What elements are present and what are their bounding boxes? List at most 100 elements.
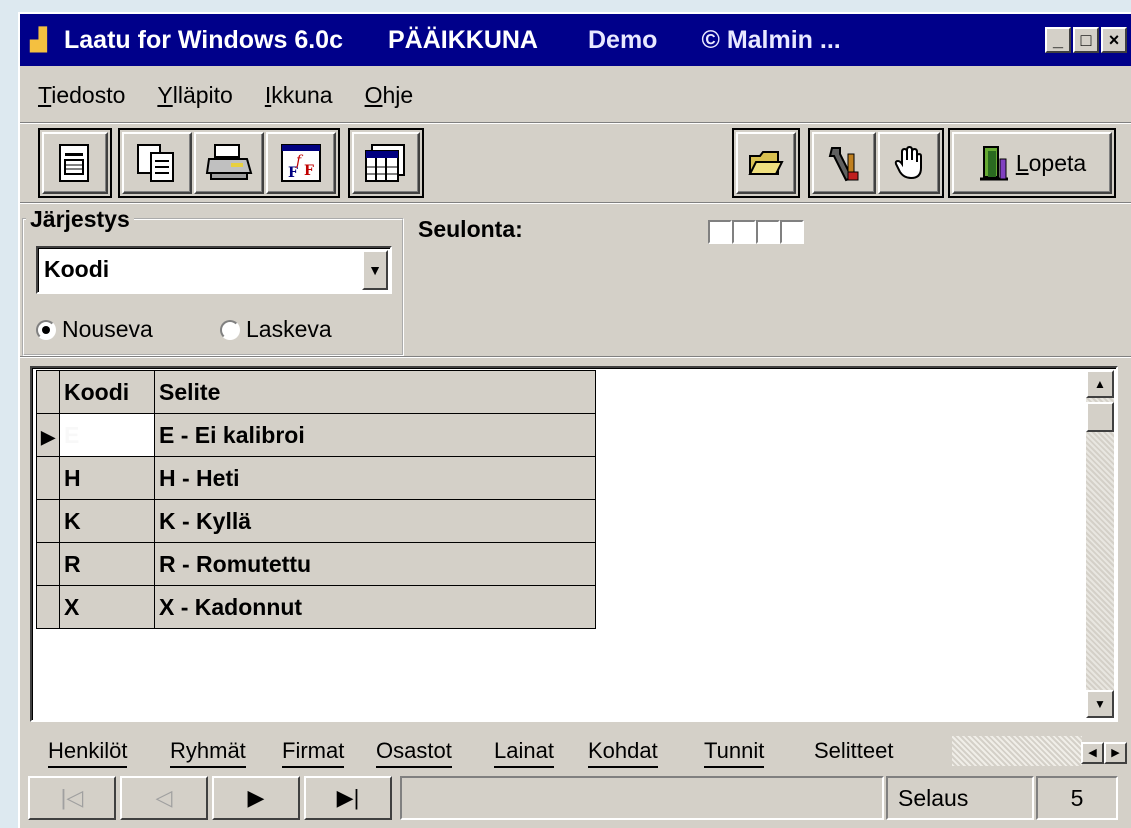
scroll-up-button[interactable]: ▲: [1086, 370, 1114, 398]
table-row[interactable]: H H - Heti: [36, 456, 596, 500]
copy-button[interactable]: [122, 132, 192, 194]
descending-label: Laskeva: [246, 316, 332, 342]
grid-table: Koodi Selite ▶ E E - Ei kalibroi H H - H…: [36, 370, 596, 629]
row-indicator: [36, 456, 60, 500]
status-mode: Selaus: [886, 776, 1034, 820]
descending-radio[interactable]: Laskeva: [220, 316, 332, 343]
tab-tunnit[interactable]: Tunnit: [704, 736, 765, 768]
last-record-button[interactable]: ▶|: [304, 776, 392, 820]
column-header-description[interactable]: Selite: [154, 370, 596, 414]
tab-scroll-left-button[interactable]: ◀: [1081, 742, 1104, 764]
svg-text:F: F: [304, 163, 314, 179]
next-record-icon: ▶: [247, 785, 265, 810]
row-indicator: [36, 499, 60, 543]
tab-kohdat[interactable]: Kohdat: [588, 736, 658, 768]
menu-ikkuna[interactable]: Ikkuna: [247, 82, 347, 109]
record-count: 5: [1036, 776, 1118, 820]
previous-record-button[interactable]: ◁: [120, 776, 208, 820]
grid-header-row: Koodi Selite: [36, 370, 596, 414]
exit-label: Lopeta: [1015, 149, 1087, 176]
tab-scroll-buttons: ◀ ▶: [1081, 742, 1127, 764]
menu-tiedosto[interactable]: Tiedosto: [20, 82, 139, 109]
cell-description[interactable]: H - Heti: [154, 456, 596, 500]
main-window: ▟ Laatu for Windows 6.0c PÄÄIKKUNA Demo …: [18, 12, 1131, 828]
formula-button[interactable]: FfF: [266, 132, 336, 194]
data-grid[interactable]: Koodi Selite ▶ E E - Ei kalibroi H H - H…: [30, 366, 1118, 722]
sort-field-select[interactable]: Koodi ▼: [36, 246, 392, 294]
copy-icon: [137, 144, 174, 182]
cell-code[interactable]: H: [59, 456, 155, 500]
minimize-button[interactable]: _: [1045, 27, 1071, 53]
formula-icon: FfF: [281, 144, 321, 182]
toolbar: FfF Lopeta: [20, 126, 1131, 202]
tab-scroll-right-button[interactable]: ▶: [1104, 742, 1127, 764]
window-view-name: PÄÄIKKUNA: [387, 25, 538, 54]
cell-description[interactable]: K - Kyllä: [154, 499, 596, 543]
filter-checkbox-3[interactable]: [756, 220, 780, 244]
panel-separator: [20, 356, 1131, 358]
tab-selitteet[interactable]: Selitteet: [814, 736, 894, 766]
tab-henkilot[interactable]: Henkilöt: [48, 736, 128, 768]
row-indicator: [36, 585, 60, 629]
hand-icon: [894, 146, 922, 180]
table-row[interactable]: X X - Kadonnut: [36, 585, 596, 629]
app-title: Laatu for Windows 6.0c: [64, 25, 343, 54]
cell-code[interactable]: K: [59, 499, 155, 543]
cell-description[interactable]: E - Ei kalibroi: [154, 413, 596, 457]
scroll-down-button[interactable]: ▼: [1086, 690, 1114, 718]
settings-button[interactable]: [812, 132, 876, 194]
scroll-thumb[interactable]: [1086, 402, 1114, 432]
status-message-field: [400, 776, 884, 820]
tab-lainat[interactable]: Lainat: [494, 736, 554, 768]
cell-description[interactable]: R - Romutettu: [154, 542, 596, 586]
arrow-down-icon: ▼: [1094, 697, 1106, 711]
previous-record-icon: ◁: [155, 785, 173, 810]
cell-code[interactable]: E: [59, 413, 155, 457]
new-record-button[interactable]: [42, 132, 108, 194]
table-row[interactable]: K K - Kyllä: [36, 499, 596, 543]
printer-icon: [205, 144, 253, 180]
tab-osastot[interactable]: Osastot: [376, 736, 452, 768]
dropdown-arrow-button[interactable]: ▼: [362, 250, 388, 290]
ascending-radio[interactable]: Nouseva: [36, 316, 153, 343]
first-record-icon: |◁: [60, 785, 84, 810]
menu-ohje[interactable]: Ohje: [347, 82, 428, 109]
tab-firmat[interactable]: Firmat: [282, 736, 345, 768]
filter-checkbox-2[interactable]: [732, 220, 756, 244]
row-indicator-header: [36, 370, 60, 414]
tools-icon: [828, 147, 859, 182]
report-button[interactable]: [352, 132, 420, 194]
maximize-button[interactable]: □: [1073, 27, 1099, 53]
arrow-up-icon: ▲: [1094, 377, 1106, 391]
open-button[interactable]: [736, 132, 796, 194]
close-button[interactable]: ×: [1101, 27, 1127, 53]
arrow-right-icon: ▶: [1111, 747, 1120, 759]
filter-checkbox-4[interactable]: [780, 220, 804, 244]
next-record-button[interactable]: ▶: [212, 776, 300, 820]
vertical-scrollbar[interactable]: ▲ ▼: [1086, 370, 1114, 718]
title-bar[interactable]: ▟ Laatu for Windows 6.0c PÄÄIKKUNA Demo …: [20, 14, 1131, 66]
cell-description[interactable]: X - Kadonnut: [154, 585, 596, 629]
table-row[interactable]: R R - Romutettu: [36, 542, 596, 586]
status-bar: |◁ ◁ ▶ ▶| Selaus 5: [20, 772, 1131, 828]
row-indicator: ▶: [36, 413, 60, 457]
report-icon: [365, 144, 405, 182]
arrow-left-icon: ◀: [1088, 747, 1097, 759]
cell-code[interactable]: X: [59, 585, 155, 629]
radio-dot-unchecked: [220, 319, 240, 340]
filter-checkbox-1[interactable]: [708, 220, 732, 244]
table-row[interactable]: ▶ E E - Ei kalibroi: [36, 413, 596, 457]
filter-label: Seulonta:: [418, 216, 523, 242]
first-record-button[interactable]: |◁: [28, 776, 116, 820]
cell-code[interactable]: R: [59, 542, 155, 586]
column-header-code[interactable]: Koodi: [59, 370, 155, 414]
edition-label: Demo: [587, 25, 658, 54]
print-button[interactable]: [194, 132, 264, 194]
tab-strip: Henkilöt Ryhmät Firmat Osastot Lainat Ko…: [20, 730, 1131, 770]
exit-button[interactable]: Lopeta: [952, 132, 1112, 194]
app-icon: ▟: [30, 27, 47, 52]
menu-yllapito[interactable]: Ylläpito: [139, 82, 246, 109]
tab-ryhmat[interactable]: Ryhmät: [170, 736, 246, 768]
stop-button[interactable]: [878, 132, 940, 194]
sort-filter-panel: Järjestys Koodi ▼ Nouseva Laskeva Seulon…: [20, 204, 1131, 360]
